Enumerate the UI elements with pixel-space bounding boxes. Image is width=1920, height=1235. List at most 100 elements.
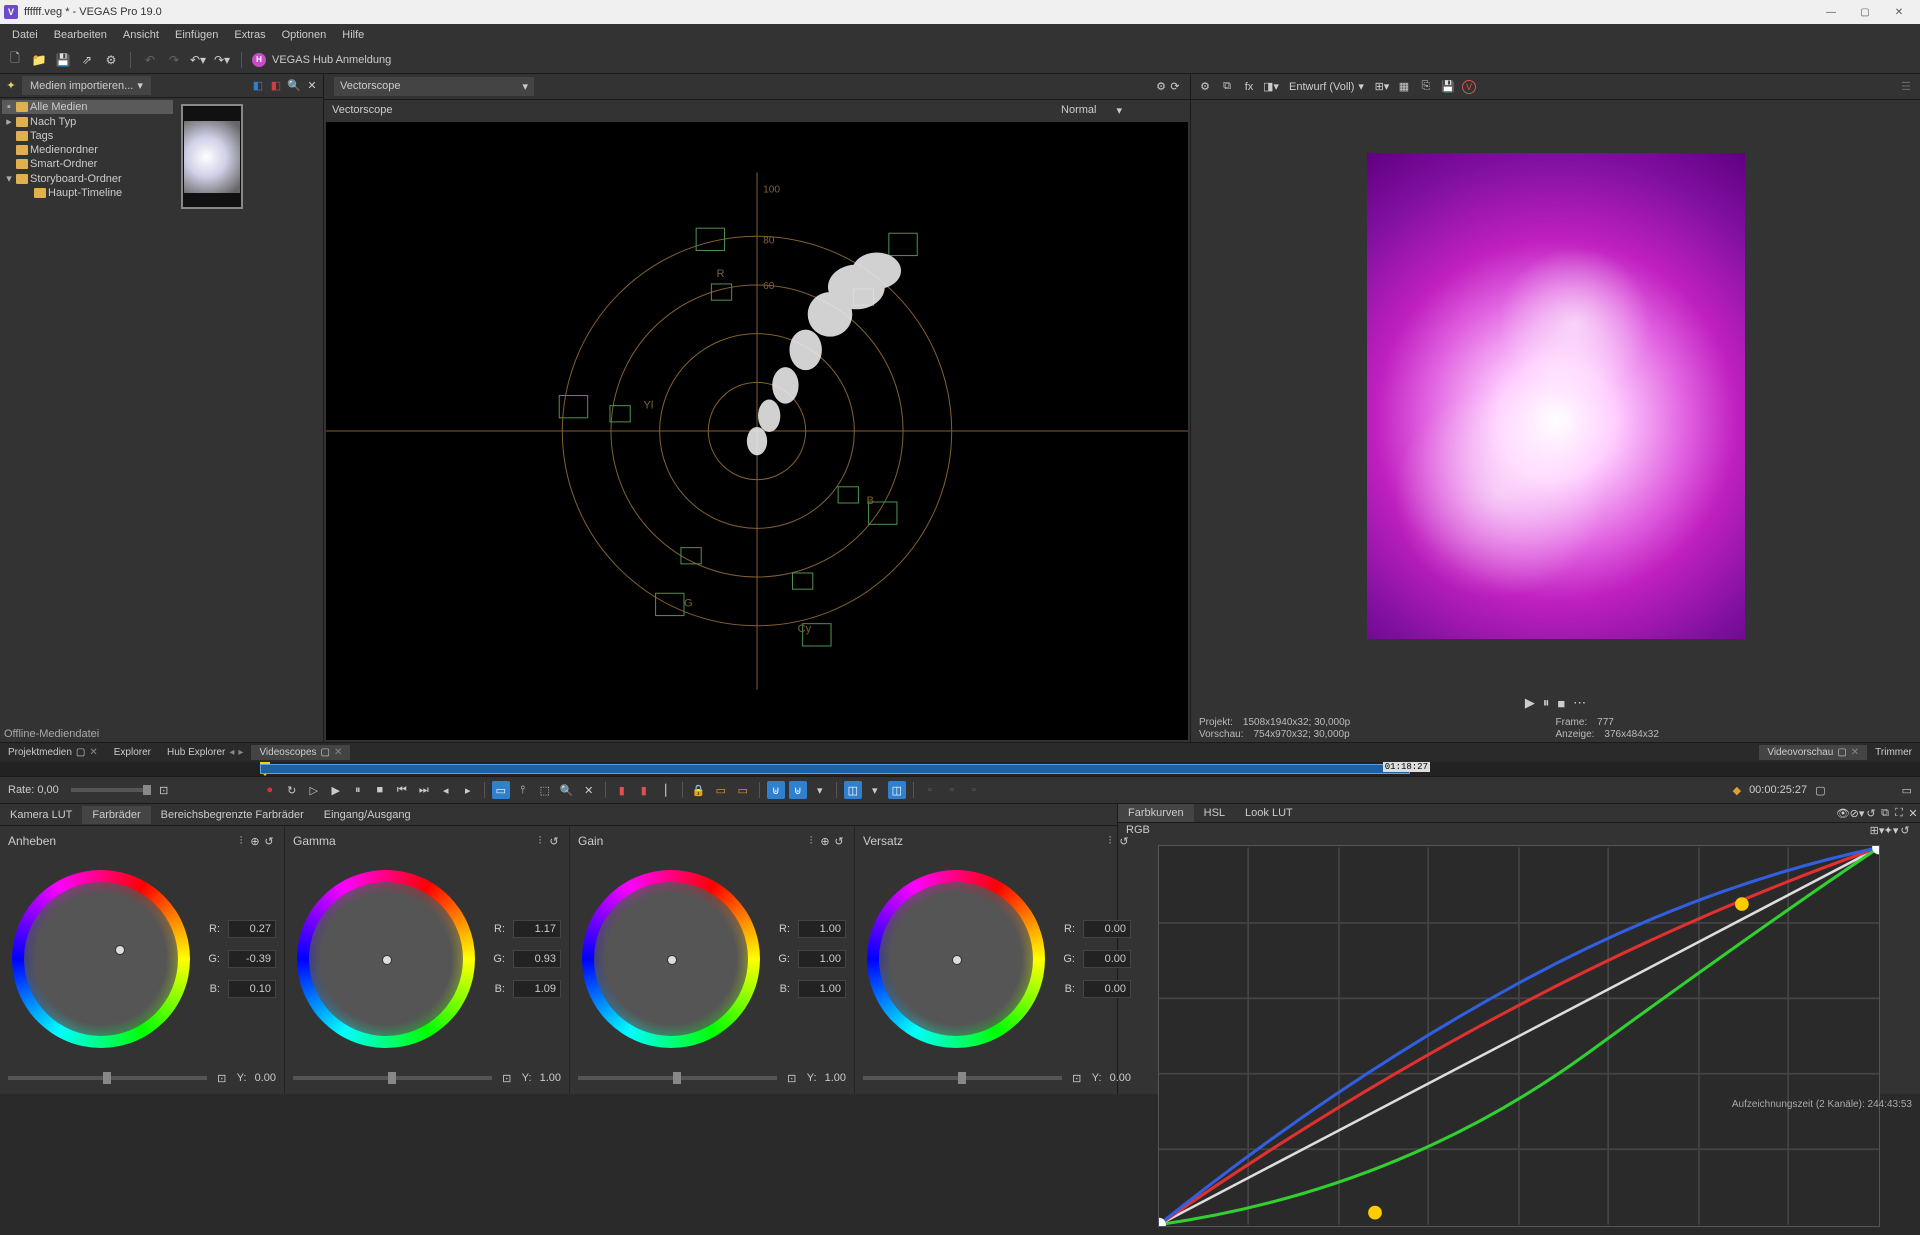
- gain-y-value[interactable]: 1.00: [825, 1072, 846, 1084]
- zoom-icon[interactable]: 🔍: [558, 781, 576, 799]
- menu-datei[interactable]: Datei: [4, 29, 46, 41]
- stop-icon[interactable]: ■: [1557, 696, 1565, 711]
- rate-slider[interactable]: [71, 788, 151, 792]
- scope-type-select[interactable]: Vectorscope ▾: [334, 77, 534, 96]
- menu-einfuegen[interactable]: Einfügen: [167, 29, 226, 41]
- lift-r-value[interactable]: 0.27: [228, 920, 276, 938]
- open-icon[interactable]: 📁: [30, 51, 48, 69]
- tab-trimmer[interactable]: Trimmer: [1867, 745, 1920, 760]
- gain-r-value[interactable]: 1.00: [798, 920, 846, 938]
- adjust-icon[interactable]: ⫶: [1103, 834, 1117, 848]
- picker-icon[interactable]: ⊕: [248, 834, 262, 848]
- timecode-edit-icon[interactable]: ▢: [1815, 784, 1825, 797]
- go-start-icon[interactable]: ⏮: [393, 781, 411, 799]
- hub-icon[interactable]: H: [252, 53, 266, 67]
- envelope-icon[interactable]: ⫯: [514, 781, 532, 799]
- ripple-dropdown-icon[interactable]: ▾: [811, 781, 829, 799]
- tab-videoscopes[interactable]: Videoscopes▢✕: [251, 745, 350, 760]
- v-badge-icon[interactable]: V: [1462, 80, 1476, 94]
- play-from-start-icon[interactable]: ▷: [305, 781, 323, 799]
- grid-icon[interactable]: ⊞▾: [1374, 79, 1390, 95]
- marker-a-icon[interactable]: ▮: [613, 781, 631, 799]
- reset-y-icon[interactable]: ⊡: [785, 1071, 799, 1085]
- marker-b-icon[interactable]: ▮: [635, 781, 653, 799]
- sparkle-icon[interactable]: ✦: [4, 79, 18, 93]
- close-tab-icon[interactable]: ✕: [305, 79, 319, 93]
- undo-icon[interactable]: ↶: [141, 51, 159, 69]
- rate-reset-icon[interactable]: ⊡: [155, 781, 173, 799]
- prev-frame-icon[interactable]: ◂: [437, 781, 455, 799]
- gamma-b-value[interactable]: 1.09: [513, 980, 561, 998]
- pause-icon[interactable]: ⏸: [349, 781, 367, 799]
- menu-ansicht[interactable]: Ansicht: [115, 29, 167, 41]
- snap-icon[interactable]: ▭: [712, 781, 730, 799]
- tab-video-preview[interactable]: Videovorschau▢✕: [1759, 745, 1867, 760]
- menu-hilfe[interactable]: Hilfe: [334, 29, 372, 41]
- menu-bearbeiten[interactable]: Bearbeiten: [46, 29, 115, 41]
- redo-icon[interactable]: ↷: [165, 51, 183, 69]
- close-icon[interactable]: ✕: [334, 747, 342, 758]
- play-icon[interactable]: ▶: [327, 781, 345, 799]
- curves-eye-icon[interactable]: 👁: [1836, 806, 1850, 820]
- gamma-y-value[interactable]: 1.00: [540, 1072, 561, 1084]
- render-icon[interactable]: ⇗: [78, 51, 96, 69]
- record-button[interactable]: ●: [261, 781, 279, 799]
- autocrossfade-icon[interactable]: ◫: [844, 781, 862, 799]
- menu-extras[interactable]: Extras: [226, 29, 273, 41]
- curves-reset-icon[interactable]: ↺: [1864, 806, 1878, 820]
- loop-icon[interactable]: ↻: [283, 781, 301, 799]
- play-icon[interactable]: ▶: [1525, 695, 1535, 711]
- lift-g-value[interactable]: -0.39: [228, 950, 276, 968]
- curves-undock-icon[interactable]: ⧉: [1878, 806, 1892, 820]
- properties-icon[interactable]: ⚙: [102, 51, 120, 69]
- hub-label[interactable]: VEGAS Hub Anmeldung: [272, 54, 391, 66]
- quantize-icon[interactable]: ◫: [888, 781, 906, 799]
- maximize-timeline-icon[interactable]: ▭: [1902, 784, 1912, 797]
- gamma-y-slider[interactable]: [293, 1076, 492, 1080]
- tab-explorer[interactable]: Explorer: [106, 745, 159, 760]
- picker-icon[interactable]: ⊕: [818, 834, 832, 848]
- preview-split-icon[interactable]: ◨▾: [1263, 79, 1279, 95]
- gamma-wheel[interactable]: [297, 870, 475, 1048]
- dim-b-icon[interactable]: ▫: [943, 781, 961, 799]
- tab-io[interactable]: Eingang/Ausgang: [314, 806, 421, 824]
- tree-all-media[interactable]: ▪Alle Medien: [2, 100, 173, 114]
- adjust-icon[interactable]: ⫶: [533, 834, 547, 848]
- dim-a-icon[interactable]: ▫: [921, 781, 939, 799]
- tab-project-media[interactable]: Projektmedien▢✕: [0, 745, 106, 760]
- reset-y-icon[interactable]: ⊡: [1070, 1071, 1084, 1085]
- offset-wheel[interactable]: [867, 870, 1045, 1048]
- tab-hub-explorer[interactable]: Hub Explorer◂▸: [159, 745, 251, 760]
- tab-color-wheels[interactable]: Farbräder: [82, 806, 150, 824]
- split-icon[interactable]: ⎮: [657, 781, 675, 799]
- tree-main-timeline[interactable]: Haupt-Timeline: [2, 186, 173, 200]
- stop-icon[interactable]: ■: [371, 781, 389, 799]
- import-media-button[interactable]: Medien importieren... ▾: [22, 76, 151, 95]
- timecode-display[interactable]: 00:00:25:27: [1749, 784, 1807, 796]
- minimize-button[interactable]: —: [1814, 0, 1848, 24]
- close-button[interactable]: ✕: [1882, 0, 1916, 24]
- go-end-icon[interactable]: ⏭: [415, 781, 433, 799]
- offset-y-slider[interactable]: [863, 1076, 1062, 1080]
- lift-wheel[interactable]: [12, 870, 190, 1048]
- tree-tags[interactable]: Tags: [2, 129, 173, 143]
- search-icon[interactable]: 🔍: [287, 79, 301, 93]
- scope-refresh-icon[interactable]: ⟳: [1168, 80, 1182, 94]
- gain-g-value[interactable]: 1.00: [798, 950, 846, 968]
- media-thumbnail[interactable]: [181, 104, 243, 209]
- lift-b-value[interactable]: 0.10: [228, 980, 276, 998]
- preview-quality-select[interactable]: Entwurf (Voll)▾: [1285, 78, 1368, 95]
- ripple-b-icon[interactable]: ⊎: [789, 781, 807, 799]
- dock-icon[interactable]: ▢: [1837, 747, 1846, 758]
- save-icon[interactable]: 💾: [54, 51, 72, 69]
- auto-icon[interactable]: ✦▾: [1884, 823, 1898, 837]
- tab-look-lut[interactable]: Look LUT: [1235, 804, 1303, 822]
- reset-icon[interactable]: ↺: [832, 834, 846, 848]
- preview-props-icon[interactable]: ⚙: [1197, 79, 1213, 95]
- tree-smart[interactable]: Smart-Ordner: [2, 157, 173, 171]
- next-frame-icon[interactable]: ▸: [459, 781, 477, 799]
- dock-icon[interactable]: ▢: [321, 747, 330, 758]
- clear-icon[interactable]: ✕: [580, 781, 598, 799]
- curves-bypass-icon[interactable]: ⊘▾: [1850, 806, 1864, 820]
- normal-edit-icon[interactable]: ▭: [492, 781, 510, 799]
